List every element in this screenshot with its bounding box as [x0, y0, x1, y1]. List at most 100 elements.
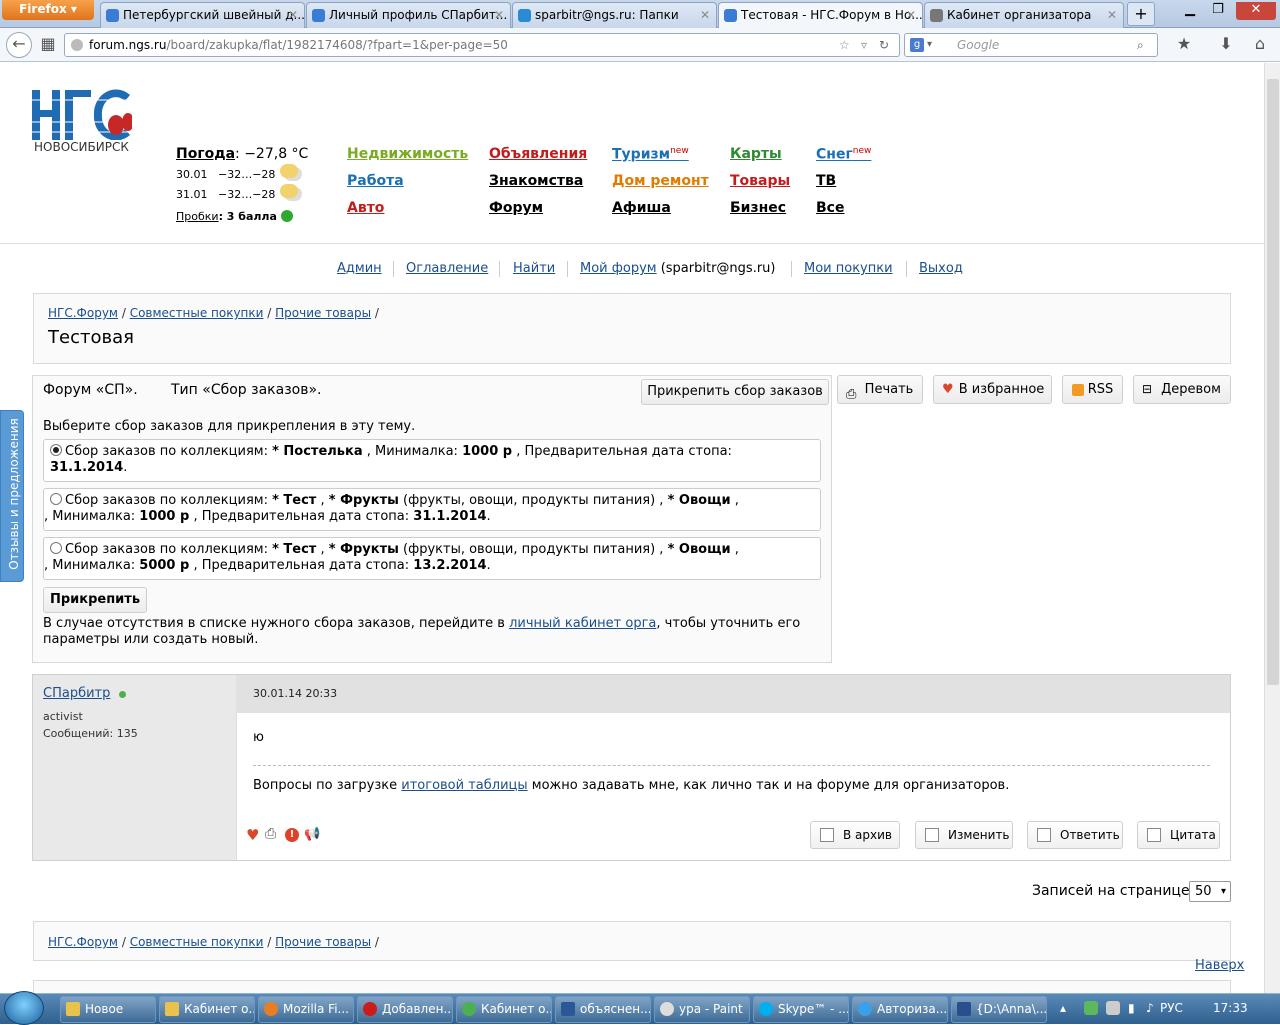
archive-button[interactable]: В архив — [810, 821, 900, 849]
close-window-icon[interactable]: ✕ — [1236, 2, 1276, 20]
quote-button[interactable]: Цитата — [1137, 821, 1220, 849]
nav-myforum[interactable]: Мой форум — [580, 261, 657, 276]
favorite-button[interactable]: ♥ В избранное — [933, 375, 1052, 404]
feedback-tab[interactable]: Отзывы и предложения — [0, 410, 24, 582]
nav-logout[interactable]: Выход — [919, 261, 963, 276]
taskbar-item[interactable]: Авториза... — [852, 996, 948, 1023]
ngs-logo[interactable]: НОВОСИБИРСК — [32, 80, 134, 162]
final-table-link[interactable]: итоговой таблицы — [401, 778, 527, 793]
crumb-forum[interactable]: НГС.Форум — [48, 306, 118, 320]
radio-option-2[interactable] — [50, 493, 62, 505]
nav-contents[interactable]: Оглавление — [406, 261, 488, 276]
chevron-down-icon[interactable]: ▾ — [927, 34, 932, 56]
tray-app-icon[interactable] — [1106, 1001, 1120, 1015]
rss-button[interactable]: RSS — [1062, 375, 1123, 404]
radio-option-1[interactable] — [50, 444, 62, 456]
restore-icon[interactable]: ❐ — [1208, 2, 1228, 20]
taskbar-item[interactable]: объяснен... — [555, 996, 651, 1023]
google-icon[interactable]: g — [910, 38, 924, 52]
tab-cabinet[interactable]: Кабинет организатора ✕ — [924, 2, 1124, 28]
attach-submit-button[interactable]: Прикрепить — [43, 587, 147, 613]
tab-shveyny[interactable]: Петербургский швейный д... ✕ — [100, 2, 305, 28]
service-dom-remont[interactable]: Дом ремонт — [612, 173, 709, 189]
taskbar-item[interactable]: {D:\Anna\... — [951, 996, 1047, 1023]
taskbar-item[interactable]: ypa - Paint — [654, 996, 750, 1023]
bookmarks-icon[interactable]: ★ — [1172, 33, 1196, 57]
close-icon[interactable]: ✕ — [1107, 3, 1117, 27]
taskbar-item[interactable]: Кабинет о... — [159, 996, 255, 1023]
tree-view-button[interactable]: ⊟ Деревом — [1133, 375, 1231, 404]
network-icon[interactable]: ▮ — [1128, 1001, 1135, 1015]
nav-admin[interactable]: Админ — [337, 261, 382, 276]
service-vse[interactable]: Все — [816, 200, 844, 216]
to-top-link[interactable]: Наверх — [1195, 958, 1244, 973]
post-author-link[interactable]: СПарбитр — [43, 686, 110, 701]
close-icon[interactable]: ✕ — [288, 3, 298, 27]
reload-icon[interactable]: ↻ — [879, 34, 889, 56]
print-button[interactable]: ⎙ Печать — [837, 375, 923, 404]
collection-option-1[interactable]: Сбор заказов по коллекциям: * Постелька … — [43, 439, 821, 482]
scrollbar-thumb[interactable] — [1267, 79, 1279, 685]
taskbar-item[interactable]: Добавлен... — [357, 996, 453, 1023]
crumb-subsection[interactable]: Прочие товары — [275, 306, 371, 320]
dropdown-icon[interactable]: ▿ — [861, 34, 867, 56]
service-turizm[interactable]: Туризмnew — [612, 146, 689, 163]
org-cabinet-link[interactable]: личный кабинет орга — [509, 616, 656, 631]
close-icon[interactable]: ✕ — [906, 3, 916, 27]
collection-option-3[interactable]: Сбор заказов по коллекциям: * Тест , * Ф… — [43, 537, 821, 580]
per-page-select[interactable]: 50 ▾ — [1189, 881, 1231, 902]
service-sneg[interactable]: Снегnew — [816, 146, 871, 163]
nav-find[interactable]: Найти — [513, 261, 555, 276]
nav-purchases[interactable]: Мои покупки — [804, 261, 893, 276]
tab-profile[interactable]: Личный профиль СПарбит... ✕ — [306, 2, 511, 28]
service-nedvizhimost[interactable]: Недвижимость — [347, 146, 468, 162]
alert-icon[interactable]: ! — [285, 828, 299, 842]
tab-mail[interactable]: sparbitr@ngs.ru: Папки ✕ — [512, 2, 717, 28]
service-tovary[interactable]: Товары — [730, 173, 790, 189]
service-avto[interactable]: Авто — [347, 200, 384, 216]
firefox-menu-button[interactable]: Firefox ▾ — [2, 0, 94, 20]
service-biznes[interactable]: Бизнес — [730, 200, 786, 216]
radio-option-3[interactable] — [50, 542, 62, 554]
minimize-icon[interactable]: ▁ — [1180, 2, 1200, 20]
reply-button[interactable]: Ответить — [1027, 821, 1123, 849]
megaphone-icon[interactable]: 📢 — [304, 827, 320, 842]
attach-collection-button[interactable]: Прикрепить сбор заказов — [641, 379, 829, 405]
home-icon[interactable]: ⌂ — [1248, 33, 1272, 57]
service-obyavleniya[interactable]: Объявления — [489, 146, 587, 162]
service-rabota[interactable]: Работа — [347, 173, 404, 189]
tray-arrow-icon[interactable]: ▴ — [1060, 1001, 1066, 1015]
weather-link[interactable]: Погода — [176, 146, 235, 162]
new-tab-button[interactable]: + — [1127, 2, 1155, 26]
tab-testovaya[interactable]: Тестовая - НГС.Форум в Но... ✕ — [718, 2, 923, 28]
crumb-section[interactable]: Совместные покупки — [130, 306, 264, 320]
close-icon[interactable]: ✕ — [700, 3, 710, 27]
taskbar-item[interactable]: Mozilla Fi... — [258, 996, 354, 1023]
crumb-subsection[interactable]: Прочие товары — [275, 935, 371, 949]
magnifier-icon[interactable]: ⌕ — [1137, 34, 1144, 56]
utorrent-icon[interactable] — [1084, 1001, 1098, 1015]
url-bar[interactable]: forum.ngs.ru/board/zakupka/flat/19821746… — [64, 33, 900, 57]
collection-option-2[interactable]: Сбор заказов по коллекциям: * Тест , * Ф… — [43, 488, 821, 531]
traffic-link[interactable]: Пробки — [176, 210, 219, 223]
download-icon[interactable]: ⬇ — [1214, 33, 1238, 57]
close-icon[interactable]: ✕ — [494, 3, 504, 27]
service-afisha[interactable]: Афиша — [612, 200, 671, 216]
language-indicator[interactable]: РУС — [1160, 1001, 1183, 1015]
service-karty[interactable]: Карты — [730, 146, 782, 162]
bookmarks-panel-icon[interactable]: ▦ — [36, 33, 60, 57]
printer-icon[interactable]: ⎙ — [265, 826, 276, 842]
heart-icon[interactable]: ♥ — [246, 826, 259, 844]
edit-button[interactable]: Изменить — [915, 821, 1013, 849]
service-znakomstva[interactable]: Знакомства — [489, 173, 583, 189]
vertical-scrollbar[interactable] — [1264, 63, 1280, 993]
crumb-section[interactable]: Совместные покупки — [130, 935, 264, 949]
volume-icon[interactable]: ♪ — [1146, 1001, 1154, 1015]
service-tv[interactable]: ТВ — [816, 173, 836, 189]
clock[interactable]: 17:33 — [1213, 1001, 1248, 1015]
taskbar-item[interactable]: Новое — [60, 996, 156, 1023]
crumb-forum[interactable]: НГС.Форум — [48, 935, 118, 949]
star-icon[interactable]: ☆ — [839, 34, 850, 56]
start-button[interactable] — [4, 991, 44, 1025]
taskbar-item[interactable]: Кабинет о... — [456, 996, 552, 1023]
